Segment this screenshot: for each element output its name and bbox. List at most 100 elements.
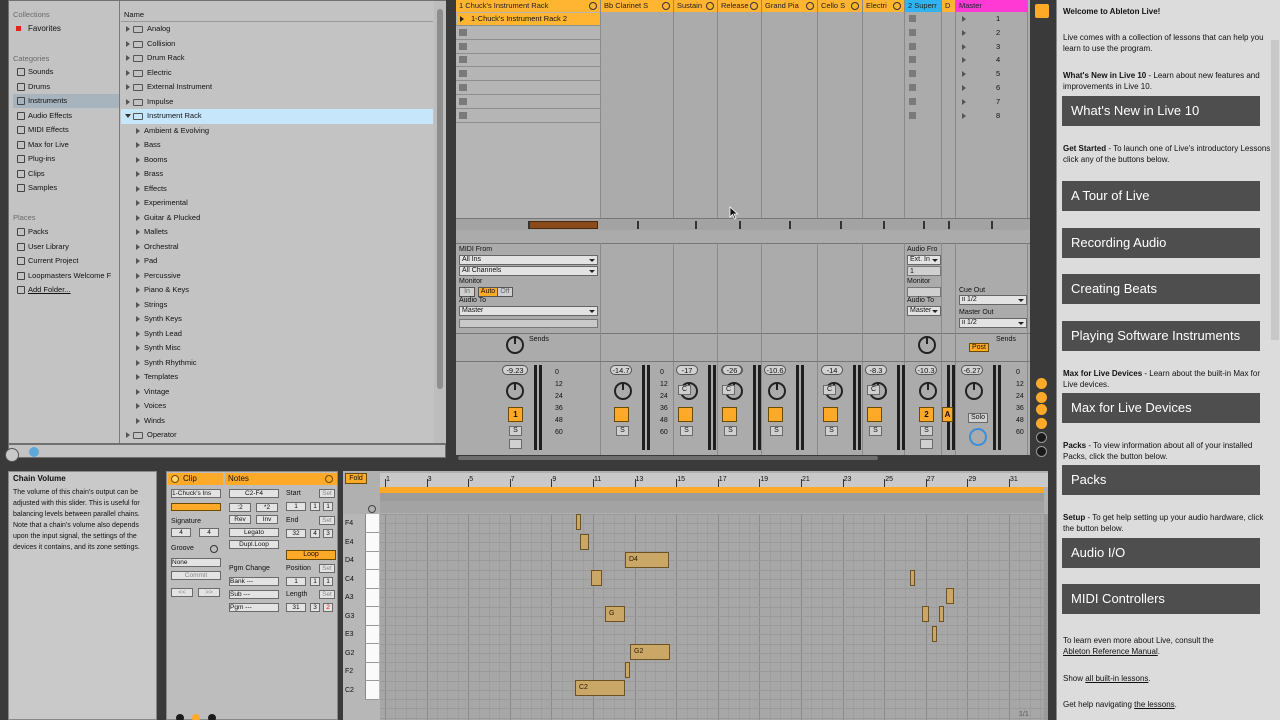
track-fold-icon[interactable] (662, 2, 670, 10)
audio-io-button[interactable]: Audio I/O (1062, 538, 1260, 568)
clip-slot-button[interactable] (909, 97, 916, 105)
whats-new-button[interactable]: What's New in Live 10 (1062, 96, 1260, 126)
expand-triangle-icon[interactable] (136, 388, 140, 395)
stop-clip-icon[interactable] (839, 221, 842, 229)
clip-slot-button[interactable] (909, 111, 916, 119)
max-for-live-button[interactable]: Max for Live Devices (1062, 393, 1260, 423)
pan-knob-icon[interactable] (965, 382, 983, 400)
scene-launch-4[interactable]: 4 (960, 54, 1028, 66)
midi-note[interactable] (625, 662, 630, 678)
browser-item-synth-misc[interactable]: Synth Misc (121, 341, 433, 356)
sidebar-item-drums[interactable]: Drums (13, 80, 119, 94)
track-title-4[interactable]: Release (718, 0, 762, 12)
track-volume-field[interactable]: -8.3 (865, 365, 887, 375)
place-item-add-folder-[interactable]: Add Folder... (13, 283, 119, 297)
returns-toggle-icon[interactable] (1036, 404, 1047, 415)
transpose-down-button[interactable]: :2 (229, 503, 251, 512)
reference-manual-link[interactable]: Ableton Reference Manual (1063, 647, 1158, 656)
cue-out-chooser[interactable]: ii 1/2 (959, 295, 1027, 305)
track-activator-speaker-icon[interactable] (678, 407, 693, 422)
browser-item-pad[interactable]: Pad (121, 254, 433, 269)
track-activator-2[interactable]: 2 (919, 407, 934, 422)
scene-launch-2[interactable]: 2 (960, 27, 1028, 39)
midi-note[interactable] (910, 570, 915, 586)
software-instruments-button[interactable]: Playing Software Instruments (1062, 321, 1260, 351)
groove-chooser[interactable]: None (171, 558, 221, 567)
pan-knob-icon[interactable] (506, 382, 524, 400)
track-activator-speaker-icon[interactable] (823, 407, 838, 422)
end-set-button[interactable]: Set (319, 516, 335, 525)
clip-slot-button[interactable] (909, 42, 916, 50)
scene-launch-5[interactable]: 5 (960, 68, 1028, 80)
browser-item-percussive[interactable]: Percussive (121, 269, 433, 284)
playing-clip[interactable]: 1-Chuck's Instrument Rack 2 (457, 13, 600, 25)
browser-item-ambient-evolving[interactable]: Ambient & Evolving (121, 124, 433, 139)
track-delay-toggle-icon[interactable] (1036, 446, 1047, 457)
track-title-3[interactable]: Sustain (674, 0, 718, 12)
signature-denominator[interactable]: 4 (199, 528, 219, 537)
expand-triangle-icon[interactable] (126, 40, 130, 47)
groove-hot-swap-icon[interactable] (210, 545, 218, 553)
notes-arrow-icon[interactable] (325, 475, 333, 483)
clip-slot-button[interactable] (459, 70, 467, 78)
start-end-markers-bar[interactable] (380, 493, 1044, 501)
transpose-up-button[interactable]: *2 (256, 503, 278, 512)
expand-triangle-icon[interactable] (136, 171, 140, 177)
expand-triangle-icon[interactable] (126, 432, 130, 438)
solo-button[interactable]: S (616, 426, 629, 436)
midi-note[interactable] (946, 588, 954, 604)
arm-button[interactable] (509, 439, 522, 449)
expand-triangle-icon[interactable] (136, 258, 140, 264)
track-volume-field[interactable]: -10.6 (764, 365, 786, 375)
solo-button[interactable]: S (869, 426, 882, 436)
status-icon-3[interactable] (208, 714, 216, 720)
browser-item-impulse[interactable]: Impulse (121, 95, 433, 110)
name-column-header[interactable]: Name (121, 8, 433, 22)
reverse-button[interactable]: Rev (229, 515, 251, 524)
cue-button[interactable]: C (823, 385, 836, 395)
track-activator-speaker-icon[interactable] (722, 407, 737, 422)
track-title-7[interactable]: Electri (863, 0, 905, 12)
scene-launch-7[interactable]: 7 (960, 96, 1028, 108)
track-fold-icon[interactable] (893, 2, 901, 10)
browser-item-external-instrument[interactable]: External Instrument (121, 80, 433, 95)
post-button[interactable]: Post (969, 343, 989, 352)
expand-triangle-icon[interactable] (126, 26, 130, 32)
expand-triangle-icon[interactable] (136, 272, 140, 279)
expand-triangle-icon[interactable] (136, 156, 140, 163)
sidebar-item-max-for-live[interactable]: Max for Live (13, 138, 119, 152)
sends-toggle-icon[interactable] (1036, 392, 1047, 403)
track-volume-field[interactable]: -10.3 (915, 365, 937, 375)
expand-triangle-icon[interactable] (136, 330, 140, 337)
track-volume-field[interactable]: -9.23 (502, 365, 528, 375)
browser-toggle-icon[interactable] (5, 448, 19, 462)
sidebar-item-audio-effects[interactable]: Audio Effects (13, 109, 119, 123)
browser-item-brass[interactable]: Brass (121, 167, 433, 182)
track-volume-field[interactable]: -6.27 (961, 365, 983, 375)
midi-channel-chooser[interactable]: All Channels (459, 266, 598, 276)
stop-clip-icon[interactable] (695, 221, 697, 229)
note-range-field[interactable]: C2-F4 (229, 489, 279, 498)
collapse-triangle-icon[interactable] (125, 114, 131, 118)
clip-slot-button[interactable] (459, 97, 467, 105)
clip-slot-button[interactable] (459, 42, 467, 50)
clip-slot-button[interactable] (909, 28, 916, 36)
clip-slot-button[interactable] (459, 84, 467, 91)
track-title-6[interactable]: Cello S (818, 0, 863, 12)
browser-item-drum-rack[interactable]: Drum Rack (121, 51, 433, 66)
sidebar-item-samples[interactable]: Samples (13, 181, 119, 195)
overview-toggle-icon[interactable] (1035, 4, 1049, 18)
clip-color-chooser[interactable] (171, 503, 221, 511)
preview-switch-icon[interactable] (368, 505, 376, 513)
crossfader-toggle-icon[interactable] (1036, 432, 1047, 443)
track-title-1[interactable]: 1 Chuck's Instrument Rack (456, 0, 601, 12)
recording-audio-button[interactable]: Recording Audio (1062, 228, 1260, 258)
piano-roll-keys[interactable]: F4 E4 D4 C4 A3 G3 E3 G2 F2 C2 (343, 514, 380, 720)
expand-triangle-icon[interactable] (136, 374, 140, 380)
solo-button[interactable]: S (825, 426, 838, 436)
sub-bank-field[interactable]: Sub --- (229, 590, 279, 599)
position-field-1[interactable]: 1 (310, 577, 320, 586)
editor-scrollbar[interactable] (1044, 514, 1048, 720)
monitor-off-button[interactable]: Off (497, 287, 513, 297)
mixer-toggle-icon[interactable] (1036, 418, 1047, 429)
